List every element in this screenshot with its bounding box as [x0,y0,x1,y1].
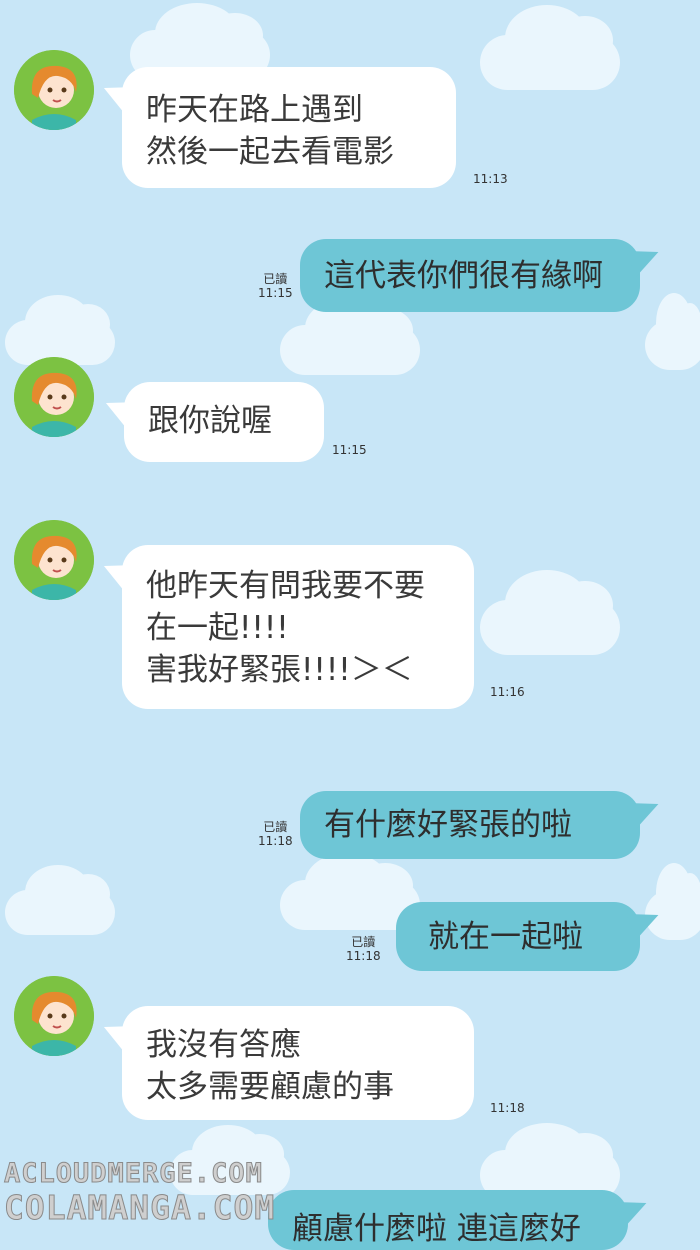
contact-avatar[interactable] [14,357,94,437]
message-time: 11:15 [258,286,293,300]
outgoing-message-bubble: 這代表你們很有緣啊 [300,239,640,312]
read-receipt: 已讀 11:18 [346,935,381,963]
incoming-message-bubble: 昨天在路上遇到 然後一起去看電影 [122,67,456,188]
message-time: 11:16 [490,685,525,699]
outgoing-message-bubble: 就在一起啦 [396,902,640,971]
read-label: 已讀 [263,820,288,834]
cloud-decoration [645,292,700,370]
cloud-decoration [480,4,620,90]
incoming-message-bubble: 跟你說喔 [124,382,324,462]
cloud-decoration [480,569,620,655]
contact-avatar[interactable] [14,50,94,130]
contact-avatar[interactable] [14,976,94,1056]
message-time: 11:18 [490,1101,525,1115]
message-time: 11:15 [332,443,367,457]
cloud-decoration [5,865,115,935]
message-time: 11:18 [346,949,381,963]
contact-avatar[interactable] [14,520,94,600]
read-label: 已讀 [351,935,376,949]
watermark-text: COLAMANGA.COM [3,1188,276,1228]
read-receipt: 已讀 11:15 [258,272,293,300]
incoming-message-bubble: 我沒有答應 太多需要顧慮的事 [122,1006,474,1120]
message-time: 11:18 [258,834,293,848]
incoming-message-bubble: 他昨天有問我要不要 在一起!!!! 害我好緊張!!!!＞＜ [122,545,474,709]
outgoing-message-bubble: 有什麼好緊張的啦 [300,791,640,859]
message-time: 11:13 [473,172,508,186]
read-receipt: 已讀 11:18 [258,820,293,848]
cloud-decoration [280,297,420,375]
outgoing-message-bubble: 顧慮什麼啦 連這麼好 [268,1190,628,1250]
read-label: 已讀 [263,272,288,286]
watermark-text: ACLOUDMERGE.COM [4,1158,263,1190]
